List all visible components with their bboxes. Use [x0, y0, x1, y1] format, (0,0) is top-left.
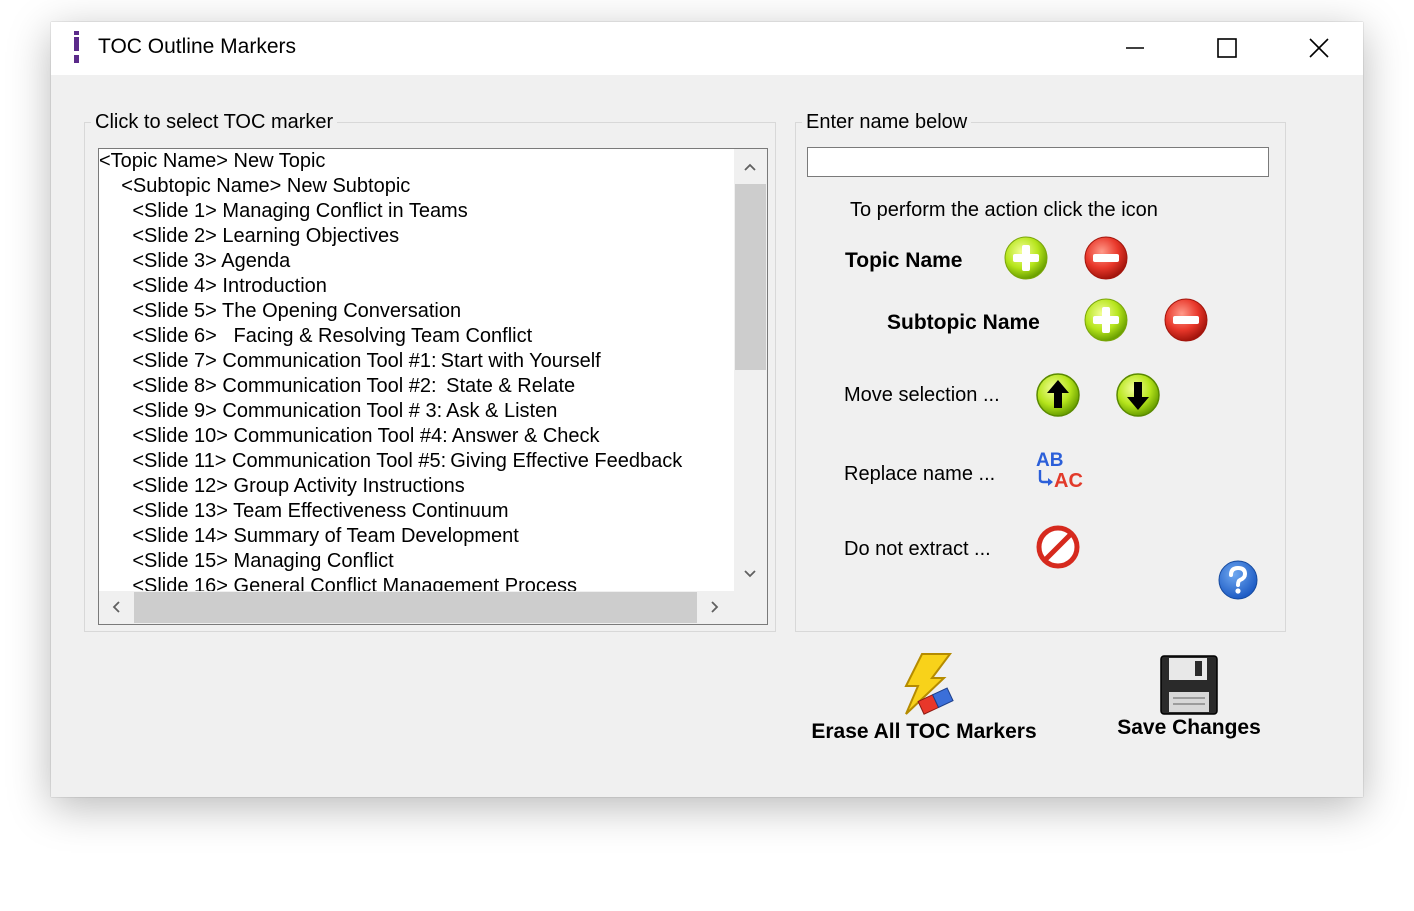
toc-list-item[interactable]: <Slide 10> Communication Tool #4: Answer…	[99, 424, 735, 449]
toc-list-item[interactable]: <Slide 4> Introduction	[99, 274, 735, 299]
toc-list-item[interactable]: <Slide 6> Facing & Resolving Team Confli…	[99, 324, 735, 349]
move-selection-label: Move selection ...	[844, 384, 1000, 406]
erase-all-markers-label: Erase All TOC Markers	[811, 720, 1037, 743]
replace-name-icon[interactable]: AB AC	[1035, 450, 1087, 496]
toc-list-item[interactable]: <Slide 2> Learning Objectives	[99, 224, 735, 249]
replace-arrow-icon	[1038, 470, 1053, 486]
scroll-up-icon[interactable]	[742, 159, 758, 175]
toc-list-item[interactable]: <Slide 15> Managing Conflict	[99, 549, 735, 574]
floppy-disk-icon	[1160, 655, 1218, 715]
toc-list-item[interactable]: <Subtopic Name> New Subtopic	[99, 174, 735, 199]
do-not-extract-icon[interactable]	[1036, 525, 1080, 569]
lightning-eraser-icon	[904, 653, 954, 715]
toc-marker-listbox[interactable]: <Topic Name> New Topic <Subtopic Name> N…	[98, 148, 768, 625]
toc-list-item[interactable]: <Slide 1> Managing Conflict in Teams	[99, 199, 735, 224]
vertical-scroll-thumb[interactable]	[735, 184, 766, 370]
scroll-left-icon[interactable]	[108, 599, 124, 615]
save-changes-label: Save Changes	[1117, 716, 1261, 739]
toc-list-item[interactable]: <Slide 7> Communication Tool #1: Start w…	[99, 349, 735, 374]
toc-outline-markers-window: TOC Outline Markers Click to select TOC …	[51, 22, 1363, 797]
save-changes-button[interactable]: Save Changes	[1101, 654, 1277, 740]
horizontal-scrollbar[interactable]	[99, 591, 767, 624]
close-button[interactable]	[1273, 22, 1365, 75]
scroll-right-icon[interactable]	[707, 599, 723, 615]
move-up-icon[interactable]	[1034, 371, 1082, 419]
horizontal-scroll-thumb[interactable]	[134, 592, 697, 623]
name-entry-legend: Enter name below	[802, 111, 972, 134]
toc-list-item[interactable]: <Slide 14> Summary of Team Development	[99, 524, 735, 549]
toc-list-item[interactable]: <Slide 12> Group Activity Instructions	[99, 474, 735, 499]
title-bar[interactable]: TOC Outline Markers	[51, 22, 1363, 75]
remove-subtopic-icon[interactable]	[1162, 296, 1210, 344]
window-title: TOC Outline Markers	[98, 35, 296, 58]
subtopic-name-label: Subtopic Name	[887, 311, 1040, 334]
help-icon[interactable]	[1217, 559, 1259, 601]
maximize-button[interactable]	[1181, 22, 1273, 75]
toc-marker-list[interactable]: <Topic Name> New Topic <Subtopic Name> N…	[99, 149, 735, 592]
scroll-down-icon[interactable]	[742, 566, 758, 582]
topic-name-label: Topic Name	[845, 249, 963, 272]
toc-list-item[interactable]: <Slide 8> Communication Tool #2: State &…	[99, 374, 735, 399]
toc-list-item[interactable]: <Slide 3> Agenda	[99, 249, 735, 274]
instruction-text: To perform the action click the icon	[850, 199, 1158, 221]
erase-all-markers-button[interactable]: Erase All TOC Markers	[797, 652, 1051, 744]
maximize-icon	[1217, 38, 1237, 58]
move-down-icon[interactable]	[1114, 371, 1162, 419]
toc-list-item[interactable]: <Slide 9> Communication Tool # 3: Ask & …	[99, 399, 735, 424]
toc-list-item[interactable]: <Slide 16> General Conflict Management P…	[99, 574, 735, 592]
remove-topic-icon[interactable]	[1082, 234, 1130, 282]
add-topic-icon[interactable]	[1002, 234, 1050, 282]
name-input[interactable]	[807, 147, 1269, 177]
toc-list-item[interactable]: <Slide 11> Communication Tool #5: Giving…	[99, 449, 735, 474]
minimize-button[interactable]	[1089, 22, 1181, 75]
add-subtopic-icon[interactable]	[1082, 296, 1130, 344]
app-icon	[74, 31, 79, 63]
replace-name-label: Replace name ...	[844, 463, 996, 485]
toc-list-item[interactable]: <Topic Name> New Topic	[99, 149, 735, 174]
vertical-scrollbar[interactable]	[734, 149, 767, 592]
toc-list-item[interactable]: <Slide 5> The Opening Conversation	[99, 299, 735, 324]
toc-list-item[interactable]: <Slide 13> Team Effectiveness Continuum	[99, 499, 735, 524]
replace-icon-bottom-text: AC	[1054, 470, 1083, 492]
minimize-icon	[1126, 47, 1144, 49]
toc-marker-legend: Click to select TOC marker	[91, 111, 338, 134]
close-icon	[1309, 38, 1329, 58]
do-not-extract-label: Do not extract ...	[844, 538, 991, 560]
